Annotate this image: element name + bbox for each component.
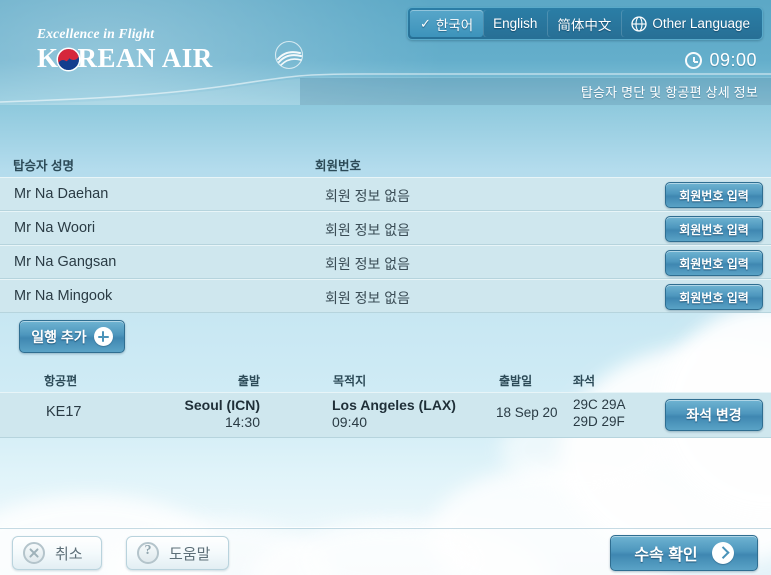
column-header-date: 출발일 (499, 374, 533, 388)
passenger-name: Mr Na Daehan (14, 186, 109, 202)
language-label-english: English (493, 16, 538, 31)
member-number-input-label: 회원번호 입력 (679, 188, 749, 203)
passenger-member-status: 회원 정보 없음 (325, 188, 411, 204)
clock-time: 09:00 (709, 50, 757, 70)
table-row: Mr Na Daehan 회원 정보 없음 회원번호 입력 (0, 177, 771, 211)
language-button-english[interactable]: English (483, 10, 547, 37)
question-circle-icon: ? (137, 542, 159, 564)
flight-table-header: 항공편 출발 목적지 출발일 좌석 (0, 370, 771, 392)
table-row: Mr Na Woori 회원 정보 없음 회원번호 입력 (0, 211, 771, 245)
passenger-member-status: 회원 정보 없음 (325, 222, 411, 238)
member-number-input-button[interactable]: 회원번호 입력 (665, 284, 763, 310)
passenger-member-status: 회원 정보 없음 (325, 256, 411, 272)
logo-letter-k: K (37, 43, 59, 73)
skyteam-icon (274, 40, 304, 70)
flight-row: KE17 Seoul (ICN) 14:30 Los Angeles (LAX)… (0, 392, 771, 438)
page-title-band: 탑승자 명단 및 항공편 상세 정보 (300, 78, 771, 105)
destination-city: Los Angeles (LAX) (332, 397, 456, 413)
close-circle-icon (23, 542, 45, 564)
change-seat-label: 좌석 변경 (686, 407, 742, 423)
language-button-chinese[interactable]: 简体中文 (547, 10, 621, 37)
clock-icon (685, 52, 703, 69)
member-number-input-button[interactable]: 회원번호 입력 (665, 250, 763, 276)
globe-icon (631, 15, 648, 32)
departure-date: 18 Sep 20 (496, 405, 558, 420)
clock: 09:00 (685, 50, 757, 71)
passenger-member-status: 회원 정보 없음 (325, 290, 411, 306)
taeguk-icon (57, 49, 79, 70)
confirm-checkin-button[interactable]: 수속 확인 (610, 535, 758, 571)
table-row: Mr Na Gangsan 회원 정보 없음 회원번호 입력 (0, 245, 771, 279)
member-number-input-label: 회원번호 입력 (679, 222, 749, 237)
korean-air-logo: Excellence in Flight K REAN AIR (37, 27, 327, 82)
plus-circle-icon (93, 327, 113, 346)
passenger-name: Mr Na Gangsan (14, 254, 117, 270)
flight-number: KE17 (46, 404, 82, 420)
passenger-name: Mr Na Woori (14, 220, 96, 236)
page-title: 탑승자 명단 및 항공편 상세 정보 (580, 85, 758, 100)
footer-divider (0, 527, 771, 528)
language-bar[interactable]: ✓ 한국어 English 简体中文 Other Language (406, 7, 763, 40)
header: Excellence in Flight K REAN AIR 탑승자 명단 및 … (0, 0, 771, 105)
seat-list-line-1: 29C 29A (573, 397, 626, 412)
language-label-korean: 한국어 (435, 17, 474, 33)
change-seat-button[interactable]: 좌석 변경 (665, 399, 763, 431)
passenger-name: Mr Na Mingook (14, 288, 113, 304)
column-header-destination: 목적지 (333, 374, 367, 388)
destination-time: 09:40 (332, 414, 368, 430)
column-header-flight: 항공편 (44, 374, 78, 388)
add-companion-button[interactable]: 일행 추가 (19, 320, 125, 353)
column-header-departure: 출발 (237, 374, 260, 388)
member-number-input-label: 회원번호 입력 (679, 290, 749, 305)
cancel-button[interactable]: 취소 (12, 536, 102, 570)
chevron-right-circle-icon (711, 542, 734, 564)
column-header-passenger-name: 탑승자 성명 (13, 159, 74, 173)
language-label-other: Other Language (652, 16, 750, 31)
help-label: 도움말 (169, 545, 211, 563)
check-icon: ✓ (419, 16, 431, 31)
language-label-chinese: 简体中文 (557, 17, 612, 33)
confirm-checkin-label: 수속 확인 (634, 547, 698, 564)
kiosk-screen: Excellence in Flight K REAN AIR 탑승자 명단 및 … (0, 0, 771, 575)
add-companion-label: 일행 추가 (31, 328, 87, 345)
language-button-korean[interactable]: ✓ 한국어 (409, 10, 484, 37)
member-number-input-button[interactable]: 회원번호 입력 (665, 182, 763, 208)
member-number-input-label: 회원번호 입력 (679, 256, 749, 271)
departure-time: 14:30 (224, 414, 260, 430)
help-button[interactable]: ? 도움말 (126, 536, 230, 570)
table-row: Mr Na Mingook 회원 정보 없음 회원번호 입력 (0, 279, 771, 313)
departure-city: Seoul (ICN) (184, 397, 260, 413)
passenger-table-header: 탑승자 성명 회원번호 (0, 152, 771, 177)
seat-list-line-2: 29D 29F (573, 414, 625, 429)
member-number-input-button[interactable]: 회원번호 입력 (665, 216, 763, 242)
column-header-seat: 좌석 (573, 374, 596, 388)
cancel-label: 취소 (55, 545, 83, 563)
logo-rest: REAN AIR (77, 43, 213, 73)
language-button-other[interactable]: Other Language (621, 10, 760, 37)
column-header-member-number: 회원번호 (315, 159, 362, 173)
